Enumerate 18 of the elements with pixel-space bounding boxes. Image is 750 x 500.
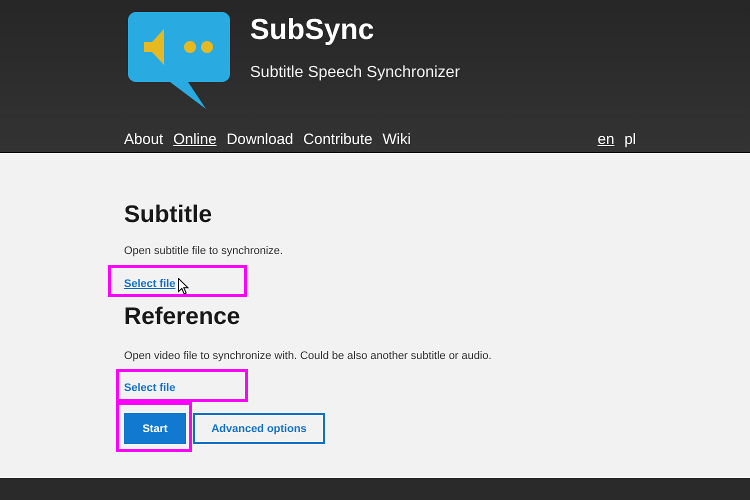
- mouse-pointer-icon: [178, 278, 189, 295]
- section-heading: Subtitle: [124, 201, 213, 229]
- language-link[interactable]: en: [598, 131, 614, 148]
- section-description: Open subtitle file to synchronize.: [124, 245, 284, 257]
- nav-link[interactable]: Download: [226, 131, 294, 148]
- nav-link[interactable]: Wiki: [382, 131, 411, 148]
- start-button[interactable]: Start: [124, 413, 186, 444]
- select-file-link[interactable]: Select file: [124, 382, 176, 394]
- section-description: Open video file to synchronize with. Could be also another subtitle or audio.: [124, 350, 492, 362]
- options-button[interactable]: Advanced options: [193, 413, 325, 444]
- nav-link[interactable]: About: [124, 131, 164, 148]
- select-file-link[interactable]: Select file: [124, 278, 176, 290]
- section-heading: Reference: [124, 303, 242, 331]
- site-tagline: Subtitle Speech Synchronizer: [250, 64, 460, 82]
- nav-link[interactable]: Online: [173, 131, 217, 148]
- nav-link[interactable]: Contribute: [303, 131, 372, 148]
- language-link[interactable]: pl: [624, 131, 636, 148]
- site-title: SubSync: [250, 14, 376, 47]
